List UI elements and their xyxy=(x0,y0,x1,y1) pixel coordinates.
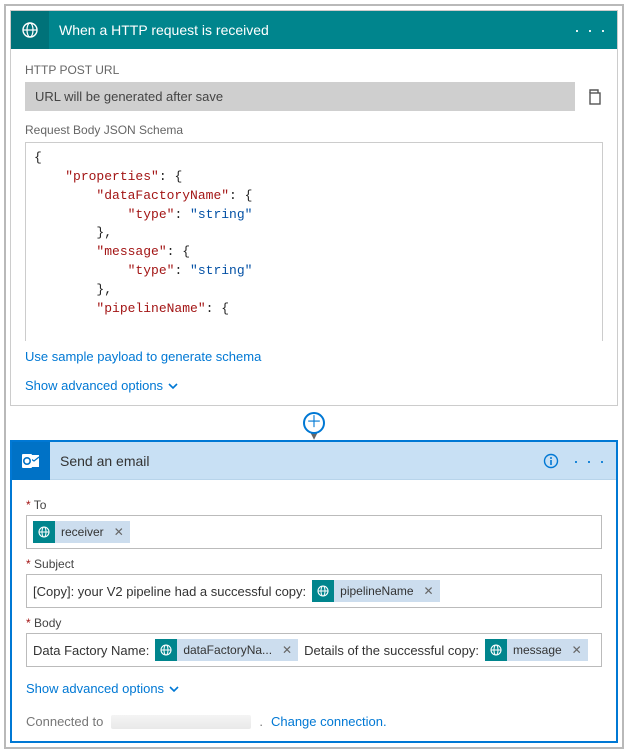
schema-label: Request Body JSON Schema xyxy=(25,123,603,137)
dynamic-token[interactable]: receiver✕ xyxy=(33,521,130,543)
connected-label: Connected to xyxy=(26,714,103,729)
dynamic-token[interactable]: dataFactoryNa...✕ xyxy=(155,639,298,661)
sample-payload-link[interactable]: Use sample payload to generate schema xyxy=(25,349,261,364)
chevron-down-icon xyxy=(168,683,180,695)
connection-account xyxy=(111,715,251,729)
token-globe-icon xyxy=(312,580,334,602)
static-text: [Copy]: your V2 pipeline had a successfu… xyxy=(33,584,306,599)
token-globe-icon xyxy=(33,521,55,543)
to-input[interactable]: receiver✕ xyxy=(26,515,602,549)
http-url-field: URL will be generated after save xyxy=(25,82,575,111)
http-icon xyxy=(11,11,49,49)
copy-icon[interactable] xyxy=(585,88,603,106)
email-card-header[interactable]: Send an email · · · xyxy=(12,442,616,480)
token-remove-icon[interactable]: ✕ xyxy=(276,643,298,657)
http-trigger-card: When a HTTP request is received · · · HT… xyxy=(10,10,618,406)
static-text: Details of the successful copy: xyxy=(304,643,479,658)
token-globe-icon xyxy=(155,639,177,661)
body-label: * Body xyxy=(26,616,602,630)
to-label: * To xyxy=(26,498,602,512)
token-remove-icon[interactable]: ✕ xyxy=(418,584,440,598)
email-card-title: Send an email xyxy=(50,453,543,469)
dynamic-token[interactable]: message✕ xyxy=(485,639,588,661)
token-label: receiver xyxy=(61,525,108,539)
static-text: Data Factory Name: xyxy=(33,643,149,658)
subject-label: * Subject xyxy=(26,557,602,571)
http-advanced-label: Show advanced options xyxy=(25,378,163,393)
token-label: pipelineName xyxy=(340,584,417,598)
body-input[interactable]: Data Factory Name:dataFactoryNa...✕Detai… xyxy=(26,633,602,667)
subject-input[interactable]: [Copy]: your V2 pipeline had a successfu… xyxy=(26,574,602,608)
token-label: message xyxy=(513,643,566,657)
email-advanced-label: Show advanced options xyxy=(26,681,164,696)
connection-row: Connected to . Change connection. xyxy=(26,714,602,729)
chevron-down-icon xyxy=(167,380,179,392)
http-advanced-toggle[interactable]: Show advanced options xyxy=(25,378,603,393)
change-connection-link[interactable]: Change connection. xyxy=(271,714,387,729)
add-step-button[interactable]: ＋ xyxy=(303,412,325,434)
flow-connector: ＋ ▾ xyxy=(10,406,618,440)
http-url-label: HTTP POST URL xyxy=(25,63,603,77)
token-remove-icon[interactable]: ✕ xyxy=(566,643,588,657)
dynamic-token[interactable]: pipelineName✕ xyxy=(312,580,439,602)
token-remove-icon[interactable]: ✕ xyxy=(108,525,130,539)
http-card-title: When a HTTP request is received xyxy=(49,22,574,38)
send-email-card: Send an email · · · * To receiver✕ * Sub… xyxy=(10,440,618,743)
http-card-header[interactable]: When a HTTP request is received · · · xyxy=(11,11,617,49)
token-label: dataFactoryNa... xyxy=(183,643,276,657)
outlook-icon xyxy=(12,442,50,480)
token-globe-icon xyxy=(485,639,507,661)
info-icon[interactable] xyxy=(543,453,559,469)
email-advanced-toggle[interactable]: Show advanced options xyxy=(26,681,602,696)
schema-editor[interactable]: { "properties": { "dataFactoryName": { "… xyxy=(25,142,603,341)
